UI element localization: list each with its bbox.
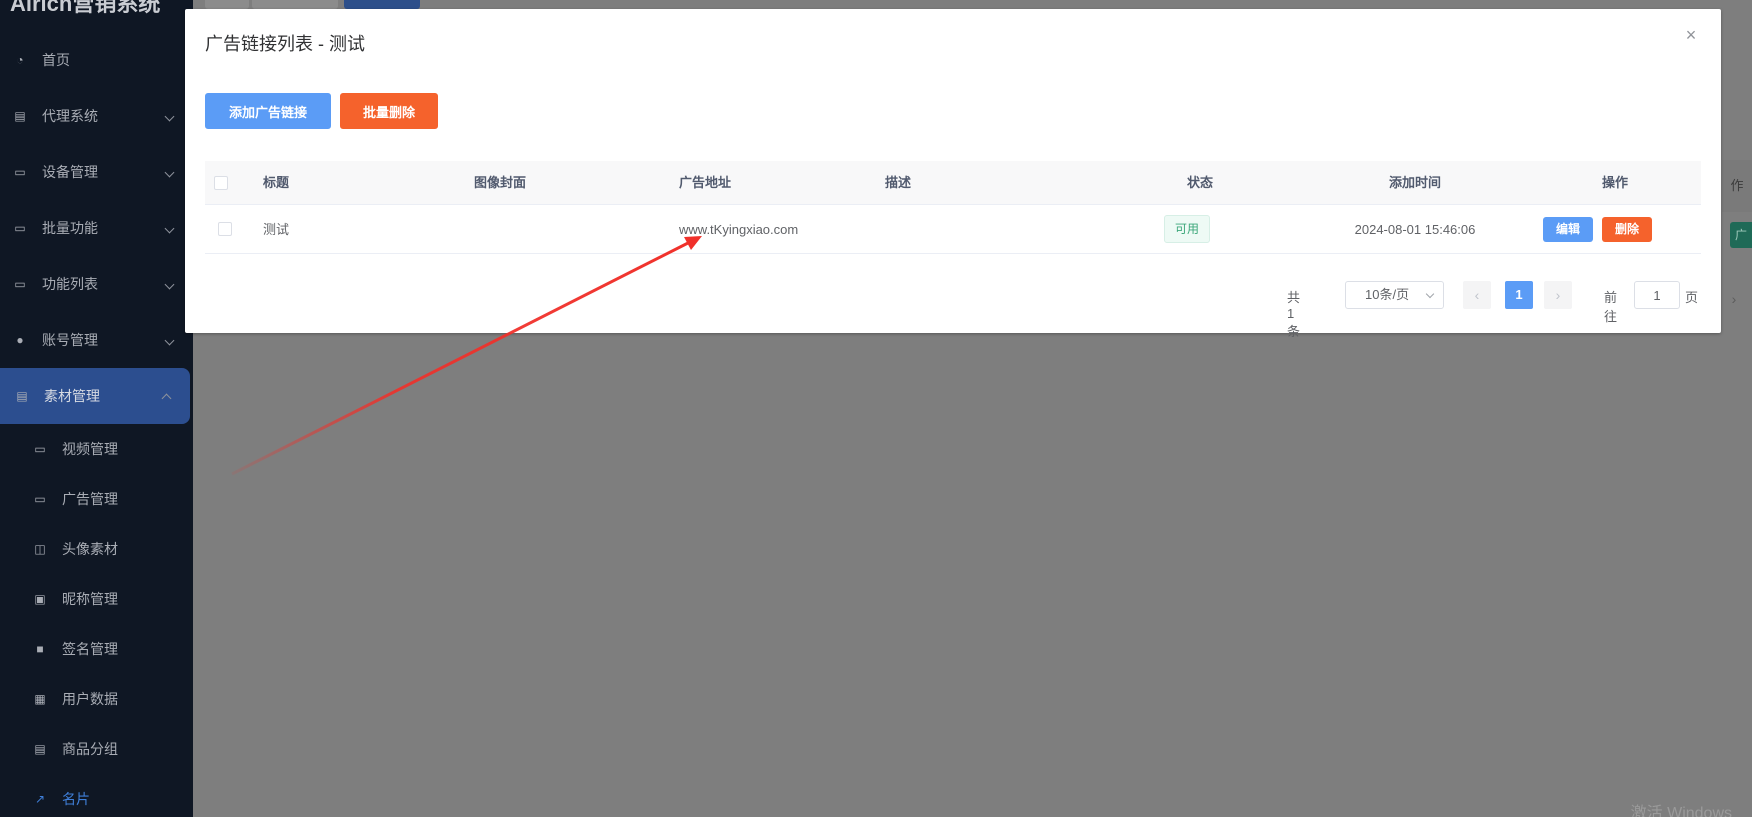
sidebar-subitem-business-card[interactable]: ↗ 名片 [0, 774, 193, 817]
prev-page-button[interactable]: ‹ [1463, 281, 1491, 309]
chevron-down-icon [164, 111, 175, 121]
sidebar-subitem-product-group[interactable]: ▤ 商品分组 [0, 724, 193, 774]
select-all-checkbox[interactable] [214, 176, 228, 190]
close-icon[interactable]: × [1683, 26, 1699, 44]
batch-delete-button[interactable]: 批量删除 [340, 93, 438, 129]
sidebar-subitem-nickname-management[interactable]: ▣ 昵称管理 [0, 574, 193, 624]
sidebar: Airich营销系统 ◔ 首页 ▤ 代理系统 ▭ 设备管理 ▭ 批量功能 ▭ 功… [0, 0, 193, 817]
book-icon: ◫ [34, 542, 46, 556]
sidebar-subitem-avatar-material[interactable]: ◫ 头像素材 [0, 524, 193, 574]
brand-logo: Airich营销系统 [10, 0, 161, 16]
pagination-total: 共 1 条 [1287, 290, 1301, 339]
column-header-added-time: 添加时间 [1388, 175, 1441, 190]
sidebar-subitem-label: 商品分组 [62, 741, 118, 757]
sidebar-subitem-video-management[interactable]: ▭ 视频管理 [0, 424, 193, 474]
goto-unit-label: 页 [1685, 290, 1699, 305]
sidebar-subitem-label: 昵称管理 [62, 591, 118, 607]
background-green-button: 广 [1730, 222, 1752, 248]
background-tab [252, 0, 338, 9]
windows-watermark: 激活 Windows [1630, 805, 1732, 817]
sidebar-item-label: 功能列表 [42, 276, 98, 292]
delete-button[interactable]: 删除 [1602, 217, 1652, 242]
cell-title: 测试 [263, 222, 290, 237]
sidebar-subitem-signature-management[interactable]: ■ 签名管理 [0, 624, 193, 674]
chevron-down-icon [164, 279, 175, 289]
document-icon: ▤ [14, 109, 26, 123]
sidebar-item-label: 账号管理 [42, 332, 98, 348]
column-header-cover: 图像封面 [474, 175, 527, 190]
background-table-header-fragment: 作 [1722, 160, 1752, 212]
sidebar-subitem-user-data[interactable]: ▦ 用户数据 [0, 674, 193, 724]
monitor-icon: ▭ [14, 221, 26, 235]
monitor-icon: ▭ [34, 442, 46, 456]
document-icon: ▤ [16, 389, 28, 403]
goto-page-input[interactable] [1634, 281, 1680, 309]
monitor-icon: ▭ [34, 492, 46, 506]
sidebar-subitem-label: 用户数据 [62, 691, 118, 707]
column-header-actions: 操作 [1601, 175, 1628, 190]
text-icon: ■ [36, 642, 44, 656]
sidebar-subitem-label: 头像素材 [62, 541, 118, 557]
sidebar-item-account-management[interactable]: ● 账号管理 [0, 312, 193, 368]
status-badge: 可用 [1164, 215, 1211, 243]
dashboard-icon: ◔ [16, 53, 24, 67]
goto-label: 前往 [1604, 290, 1618, 324]
sidebar-item-label: 素材管理 [44, 388, 100, 404]
chevron-down-icon [1425, 289, 1435, 299]
cell-added-time: 2024-08-01 15:46:06 [1354, 222, 1476, 237]
sidebar-item-label: 设备管理 [42, 164, 98, 180]
ad-link-list-dialog: 广告链接列表 - 测试 × 添加广告链接 批量删除 标题 图像封面 广告地址 描… [185, 9, 1721, 339]
page-number-button[interactable]: 1 [1505, 281, 1533, 309]
background-tab [205, 0, 249, 9]
page-size-value: 10条/页 [1365, 287, 1410, 302]
sidebar-subitem-label: 视频管理 [62, 441, 118, 457]
external-link-icon: ↗ [34, 792, 46, 806]
next-page-button[interactable]: › [1544, 281, 1572, 309]
user-icon: ● [16, 333, 24, 347]
chevron-down-icon [164, 335, 175, 345]
background-pager-next-icon: › [1731, 291, 1737, 307]
add-ad-link-button[interactable]: 添加广告链接 [205, 93, 331, 129]
sidebar-subitem-label: 广告管理 [62, 491, 118, 507]
cell-url: www.tKyingxiao.com [679, 222, 799, 237]
sidebar-item-agent-system[interactable]: ▤ 代理系统 [0, 88, 193, 144]
sidebar-item-material-management[interactable]: ▤ 素材管理 [0, 368, 190, 424]
sidebar-item-batch-functions[interactable]: ▭ 批量功能 [0, 200, 193, 256]
sidebar-item-device-management[interactable]: ▭ 设备管理 [0, 144, 193, 200]
sidebar-subitem-label: 名片 [62, 791, 90, 807]
background-tab-active [344, 0, 420, 9]
sidebar-item-home[interactable]: ◔ 首页 [0, 32, 193, 88]
table-header: 标题 图像封面 广告地址 描述 状态 添加时间 操作 [205, 161, 1701, 205]
column-header-status: 状态 [1186, 175, 1213, 190]
sidebar-subitem-label: 签名管理 [62, 641, 118, 657]
column-header-description: 描述 [885, 175, 912, 190]
sidebar-item-label: 代理系统 [42, 108, 98, 124]
sidebar-item-function-list[interactable]: ▭ 功能列表 [0, 256, 193, 312]
sidebar-item-label: 批量功能 [42, 220, 98, 236]
column-header-title: 标题 [263, 175, 290, 190]
chevron-down-icon [164, 223, 175, 233]
monitor-icon: ▭ [14, 165, 26, 179]
chevron-up-icon [161, 393, 172, 404]
sidebar-subitem-ad-management[interactable]: ▭ 广告管理 [0, 474, 193, 524]
table-row: 测试 www.tKyingxiao.com 可用 2024-08-01 15:4… [205, 205, 1701, 254]
id-icon: ▣ [34, 592, 46, 606]
edit-button[interactable]: 编辑 [1543, 217, 1593, 242]
grid-icon: ▦ [34, 692, 46, 706]
dialog-title: 广告链接列表 - 测试 [205, 34, 365, 54]
row-checkbox[interactable] [218, 222, 232, 236]
list-icon: ▤ [34, 742, 46, 756]
page-size-select[interactable]: 10条/页 [1345, 281, 1444, 309]
column-header-url: 广告地址 [679, 175, 732, 190]
monitor-icon: ▭ [14, 277, 26, 291]
sidebar-item-label: 首页 [42, 52, 70, 68]
chevron-down-icon [164, 167, 175, 177]
